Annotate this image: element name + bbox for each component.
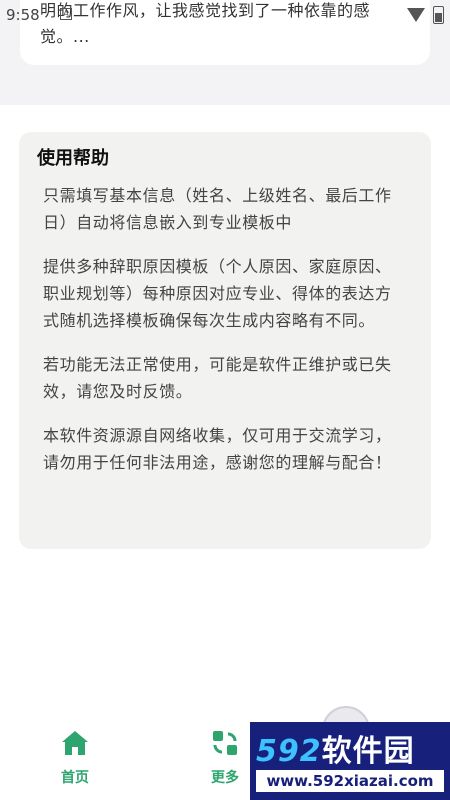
tab-home-label: 首页 xyxy=(61,770,89,786)
watermark-logo-number: 592 xyxy=(256,734,322,769)
battery-icon xyxy=(433,6,444,24)
wifi-icon xyxy=(407,8,425,22)
watermark-url: www.592xiazai.com xyxy=(256,770,444,792)
home-icon xyxy=(62,731,88,755)
status-icons xyxy=(407,6,444,24)
help-paragraph-disclaimer: 本软件资源源自网络收集，仅可用于交流学习，请勿用于任何非法用途，感谢您的理解与配… xyxy=(43,426,392,472)
help-paragraph-templates: 提供多种辞职原因模板（个人原因、家庭原因、职业规划等）每种原因对应专业、得体的表… xyxy=(43,257,392,330)
help-paragraph-feedback: 若功能无法正常使用，可能是软件正维护或已失效，请您及时反馈。 xyxy=(43,355,392,401)
help-card: 使用帮助 只需填写基本信息（姓名、上级姓名、最后工作日）自动将信息嵌入到专业模板… xyxy=(19,132,431,549)
watermark-logo: 592软件园 xyxy=(256,726,415,770)
tab-home[interactable]: 首页 xyxy=(40,727,110,787)
help-paragraph-fill-info: 只需填写基本信息（姓名、上级姓名、最后工作日）自动将信息嵌入到专业模板中 xyxy=(43,186,392,232)
status-time: 9:58 xyxy=(6,6,40,24)
help-title: 使用帮助 xyxy=(37,148,109,169)
watermark-logo-text: 软件园 xyxy=(321,734,415,769)
refresh-grid-icon xyxy=(213,731,237,755)
status-bar: 9:58 A xyxy=(0,0,450,30)
watermark-592: 592软件园 www.592xiazai.com xyxy=(250,722,450,800)
notification-icon: A xyxy=(60,8,72,20)
